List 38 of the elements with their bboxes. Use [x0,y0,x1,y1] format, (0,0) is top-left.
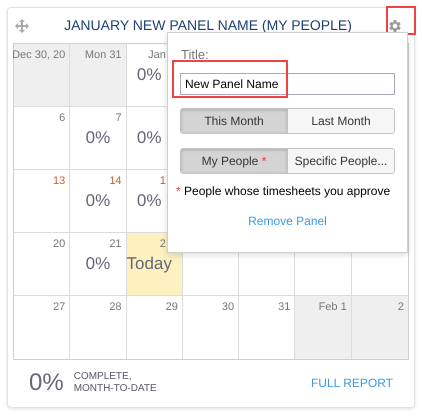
segment-button[interactable]: Last Month [287,108,394,132]
title-label: Title: [181,46,210,64]
day-number: 28 [109,300,122,315]
day-number: Feb 1 [318,300,347,315]
day-number: 20 [53,237,66,252]
month-percent: 0% [29,368,64,398]
day-number: 29 [166,300,178,315]
panel-title: JANUARY NEW PANEL NAME (MY PEOPLE) [63,16,353,35]
today-label: Today [126,253,172,275]
day-number: 2 [398,300,404,315]
day-number: 30 [222,300,234,315]
people-note: * People whose timesheets you approve [176,184,392,198]
day-number: 2 [160,237,166,252]
settings-icon[interactable] [387,18,403,34]
completion-percent: 0% [136,127,162,149]
day-number: 1 [160,174,166,189]
segment-button[interactable]: This Month [181,108,287,132]
day-number: 31 [278,300,290,315]
completion-percent: 0% [136,190,162,212]
segment-button[interactable]: My People * [181,148,287,172]
completion-percent: 0% [136,64,162,86]
day-number: 21 [109,237,122,252]
completion-percent: 0% [86,253,110,275]
day-number: 7 [115,111,122,126]
day-number: 27 [53,300,66,315]
completion-percent: 0% [86,127,110,149]
day-number: 6 [59,111,66,126]
day-number: 13 [53,174,66,189]
day-number: Dec 30, 20 [12,48,66,63]
move-icon[interactable] [15,18,29,32]
day-number: 14 [109,174,122,189]
day-number: Jan [148,48,166,63]
segment-button[interactable]: Specific People... [287,148,394,172]
day-number: Mon 31 [84,48,122,63]
completion-percent: 0% [86,190,110,212]
title-field[interactable]: New Panel Name [180,72,395,94]
caption-text: COMPLETE, [74,371,132,383]
caption-text: MONTH-TO-DATE [74,383,157,395]
